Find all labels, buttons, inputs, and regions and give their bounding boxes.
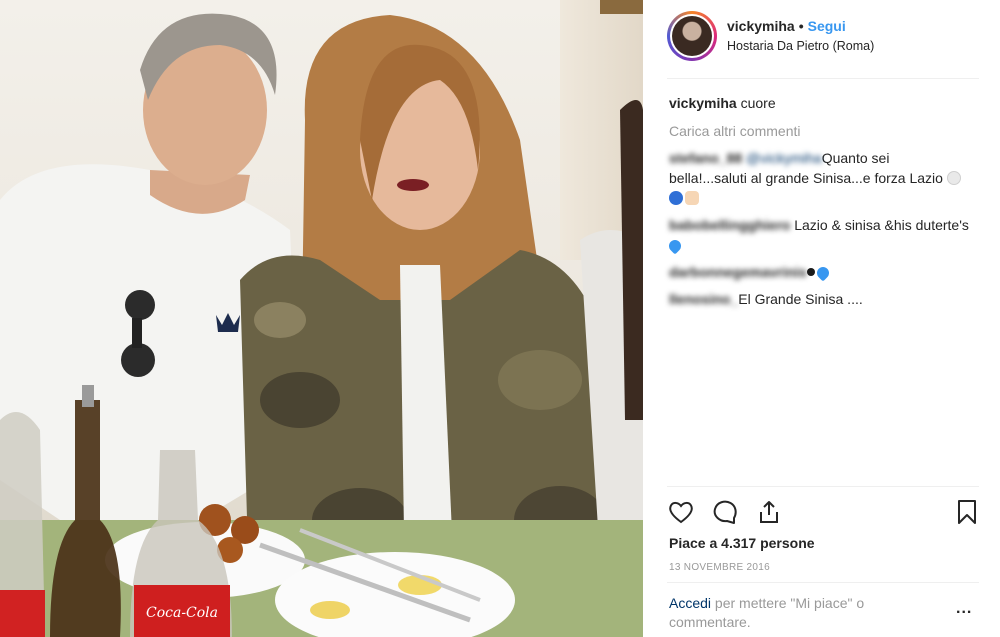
post-date[interactable]: 13 NOVEMBRE 2016	[669, 561, 770, 575]
follow-button[interactable]: Segui	[808, 18, 846, 34]
instagram-post: Coca‑Cola vickymiha • Segui Hostaria Da Pi…	[0, 0, 1000, 637]
comment-item: llenosino_El Grande Sinisa ....	[669, 289, 969, 309]
caption-username[interactable]: vickymiha	[669, 95, 737, 111]
flexed-biceps-emoji-icon	[685, 191, 699, 205]
post-photo[interactable]: Coca‑Cola	[0, 0, 643, 637]
username-link[interactable]: vickymiha	[727, 18, 795, 34]
login-link[interactable]: Accedi	[669, 595, 711, 611]
bookmark-icon[interactable]	[953, 498, 981, 526]
share-icon[interactable]	[755, 498, 783, 526]
avatar-image	[672, 16, 712, 56]
header-divider	[667, 78, 979, 79]
header-user-line: vickymiha • Segui	[727, 18, 846, 34]
ellipsis-icon[interactable]: ...	[956, 600, 972, 618]
comment-bubble-icon[interactable]	[711, 498, 739, 526]
comment-username[interactable]: stefano_88	[669, 150, 742, 166]
blue-heart-emoji-icon	[666, 237, 684, 255]
location-link[interactable]: Hostaria Da Pietro (Roma)	[727, 38, 874, 54]
svg-text:Coca‑Cola: Coca‑Cola	[146, 605, 218, 621]
comment-username[interactable]: llenosino_	[669, 291, 738, 307]
post-header: vickymiha • Segui Hostaria Da Pietro (Roma…	[643, 0, 1000, 78]
sunglasses-bridge	[132, 318, 142, 348]
action-bar	[667, 494, 982, 530]
blue-circle-emoji-icon	[669, 191, 683, 205]
comment-item: darbonnegemavrinis	[669, 262, 969, 282]
footer-divider	[667, 582, 979, 583]
separator-dot: •	[798, 18, 804, 34]
sunglasses-lens-bottom	[121, 343, 155, 377]
caption-text: cuore	[740, 95, 776, 111]
black-circle-emoji-icon	[806, 268, 815, 276]
post-sidebar: vickymiha • Segui Hostaria Da Pietro (Roma…	[643, 0, 1000, 637]
heart-icon[interactable]	[667, 498, 695, 526]
avatar[interactable]	[667, 11, 717, 61]
comments-list: vickymiha cuore Carica altri commenti st…	[666, 93, 969, 309]
actions-divider	[667, 486, 979, 487]
comment-username[interactable]: babobellingghiero	[669, 217, 790, 233]
login-prompt: Accedi per mettere "Mi piace" o commenta…	[669, 594, 909, 632]
load-more-comments-button[interactable]: Carica altri commenti	[669, 121, 969, 141]
woman-lips	[397, 179, 429, 191]
comment-mention[interactable]: @vickymiha	[746, 150, 822, 166]
comment-item: stefano_88 @vickymihaQuanto sei bella!..…	[669, 148, 969, 208]
comment-text: El Grande Sinisa ....	[738, 291, 863, 307]
comment-username[interactable]: darbonnegemavrinis	[669, 264, 807, 280]
comment-item: babobellingghiero Lazio & sinisa &his du…	[666, 215, 969, 255]
likes-count[interactable]: Piace a 4.317 persone	[669, 534, 815, 552]
white-circle-emoji-icon	[946, 171, 961, 185]
sunglasses-lens-top	[125, 290, 155, 320]
caption: vickymiha cuore	[669, 93, 969, 113]
photo-illustration: Coca‑Cola	[0, 13, 643, 637]
blue-heart-emoji-icon	[814, 264, 832, 282]
comment-text: Lazio & sinisa &his duterte's	[794, 217, 969, 233]
